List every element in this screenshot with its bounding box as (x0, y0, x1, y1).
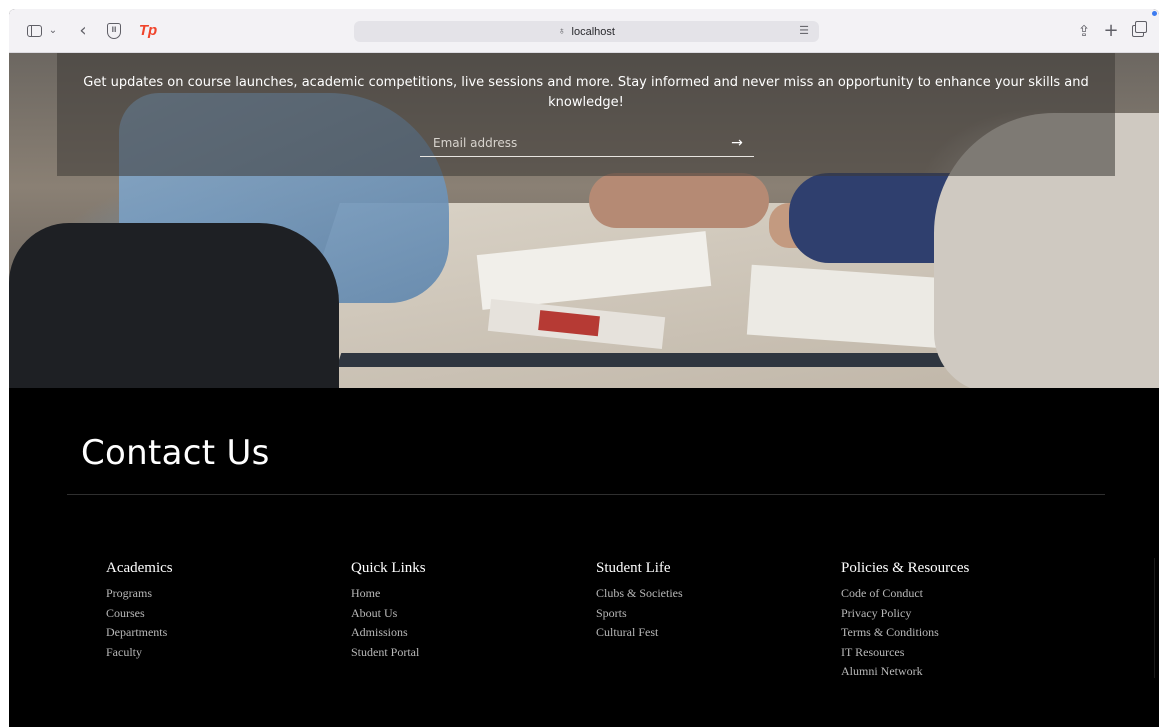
footer-column-quick-links: Quick Links Home About Us Admissions Stu… (351, 560, 426, 662)
newsletter-text: Get updates on course launches, academic… (83, 75, 1089, 110)
contact-title: Contact Us (81, 433, 270, 473)
tabs-overview-icon[interactable] (1128, 21, 1148, 41)
newsletter-panel: Get updates on course launches, academic… (57, 53, 1115, 176)
footer-link[interactable]: Cultural Fest (596, 623, 683, 643)
reader-icon[interactable]: ☰ (799, 24, 809, 37)
column-heading: Student Life (596, 560, 671, 576)
footer-link[interactable]: Code of Conduct (841, 584, 969, 604)
footer-link[interactable]: Alumni Network (841, 662, 969, 682)
hands-graphic (589, 173, 769, 228)
footer-link[interactable]: Home (351, 584, 426, 604)
browser-window: ⌄ ‹ ll Tp ♁ localhost ☰ ⇪ + Get updates … (9, 9, 1159, 727)
footer: Contact Us Academics Programs Courses De… (9, 388, 1159, 727)
footer-link[interactable]: About Us (351, 604, 426, 624)
footer-link[interactable]: Terms & Conditions (841, 623, 969, 643)
footer-link[interactable]: Privacy Policy (841, 604, 969, 624)
address-bar[interactable]: ♁ localhost ☰ (354, 21, 819, 42)
footer-link[interactable]: Departments (106, 623, 173, 643)
shield-icon[interactable]: ll (105, 21, 123, 41)
footer-link[interactable]: Sports (596, 604, 683, 624)
column-heading: Academics (106, 560, 173, 576)
footer-link[interactable]: Admissions (351, 623, 426, 643)
browser-toolbar: ⌄ ‹ ll Tp ♁ localhost ☰ ⇪ + (9, 9, 1159, 53)
email-input[interactable] (420, 130, 710, 156)
footer-link[interactable]: Courses (106, 604, 173, 624)
column-heading: Policies & Resources (841, 560, 970, 576)
plus-icon[interactable]: + (1102, 21, 1120, 41)
column-heading: Quick Links (351, 560, 426, 576)
footer-link[interactable]: Faculty (106, 643, 173, 663)
sidebar-icon[interactable] (23, 21, 45, 41)
chevron-down-icon[interactable]: ⌄ (47, 21, 59, 41)
notification-dot (1152, 11, 1157, 16)
footer-link[interactable]: Programs (106, 584, 173, 604)
footer-column-academics: Academics Programs Courses Departments F… (106, 560, 173, 662)
address-text: localhost (571, 25, 615, 38)
footer-link[interactable]: IT Resources (841, 643, 969, 663)
footer-column-policies: Policies & Resources Code of Conduct Pri… (841, 560, 969, 682)
footer-column-student-life: Student Life Clubs & Societies Sports Cu… (596, 560, 683, 643)
tp-logo-icon[interactable]: Tp (137, 21, 159, 41)
footer-link[interactable]: Student Portal (351, 643, 426, 663)
share-icon[interactable]: ⇪ (1075, 21, 1093, 41)
footer-divider (67, 494, 1105, 495)
person-graphic (9, 223, 339, 388)
email-form: → (420, 130, 754, 157)
back-button-icon[interactable]: ‹ (75, 21, 91, 41)
scrollbar-track[interactable] (1154, 558, 1155, 678)
arrow-right-icon[interactable]: → (726, 132, 748, 154)
site-favicon-icon: ♁ (558, 26, 566, 37)
footer-link[interactable]: Clubs & Societies (596, 584, 683, 604)
